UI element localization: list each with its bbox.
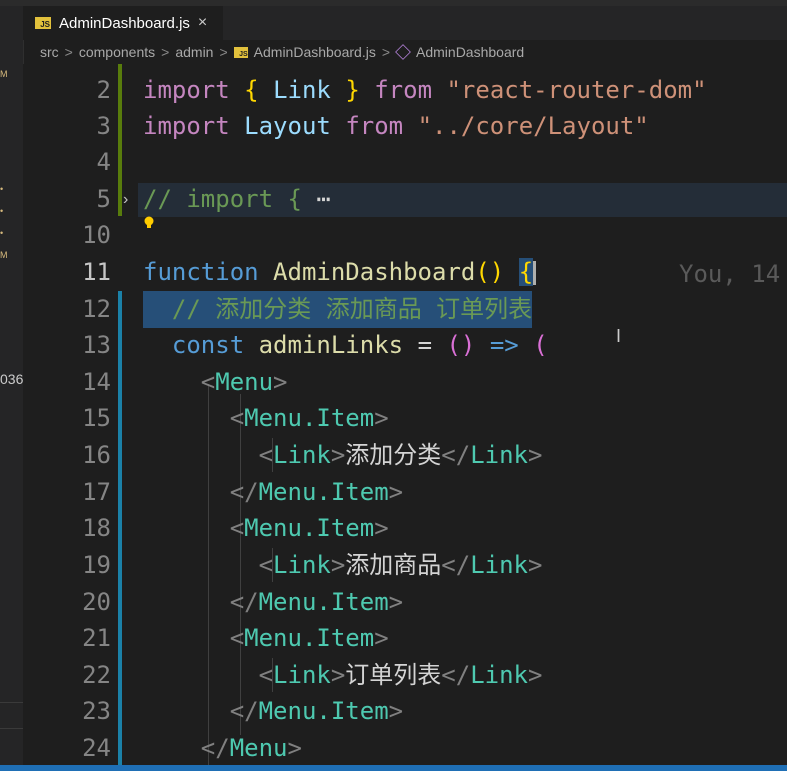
code-text: <Link>添加分类</Link> bbox=[258, 441, 543, 469]
code-text: // 添加分类 添加商品 订单列表 bbox=[143, 291, 533, 328]
tab-title: AdminDashboard.js bbox=[59, 14, 190, 32]
git-modified-marker: M bbox=[0, 69, 8, 79]
code-text: <Link>订单列表</Link> bbox=[258, 661, 543, 689]
line-number: 11 bbox=[82, 258, 111, 286]
code-editor[interactable]: 2 import { Link } from "react-router-dom… bbox=[23, 64, 787, 765]
code-line: 17 </Menu.Item> bbox=[23, 474, 787, 511]
line-number: 4 bbox=[96, 148, 111, 176]
chevron-right-icon: > bbox=[219, 44, 228, 60]
js-file-icon: JS bbox=[35, 17, 51, 29]
breadcrumb-item-symbol[interactable]: AdminDashboard bbox=[416, 44, 524, 60]
sidebar-edge: M • • • M 036 bbox=[0, 6, 24, 765]
chevron-right-icon: > bbox=[381, 44, 391, 60]
code-text: </Menu> bbox=[200, 734, 302, 762]
code-line: 12 // 添加分类 添加商品 订单列表 bbox=[23, 291, 787, 328]
line-number: 13 bbox=[82, 331, 111, 359]
code-text: <Menu.Item> bbox=[229, 404, 389, 432]
line-number: 14 bbox=[82, 368, 111, 396]
text-caret bbox=[533, 261, 537, 285]
line-number: 3 bbox=[96, 112, 111, 140]
line-number: 24 bbox=[82, 734, 111, 762]
code-line: 19 <Link>添加商品</Link> bbox=[23, 547, 787, 584]
code-line: 11 function AdminDashboard() { bbox=[23, 254, 787, 291]
code-text: <Link>添加商品</Link> bbox=[258, 551, 543, 579]
code-line: 20 </Menu.Item> bbox=[23, 584, 787, 621]
js-file-icon: JS bbox=[233, 46, 248, 58]
git-marker: • bbox=[0, 206, 4, 216]
line-number: 17 bbox=[82, 478, 111, 506]
git-marker: • bbox=[0, 184, 4, 194]
tab-bar: JS AdminDashboard.js × bbox=[23, 6, 787, 40]
git-modified-marker: M bbox=[0, 250, 8, 260]
code-line: 24 </Menu> bbox=[23, 730, 787, 767]
line-number: 16 bbox=[82, 441, 111, 469]
code-text: function AdminDashboard() { bbox=[143, 254, 537, 291]
code-text: <Menu.Item> bbox=[229, 514, 389, 542]
line-number: 20 bbox=[82, 588, 111, 616]
code-line: 5 › // import { ⋯ bbox=[23, 181, 787, 218]
code-line: 21 <Menu.Item> bbox=[23, 620, 787, 657]
chevron-right-icon: > bbox=[64, 44, 73, 60]
git-marker: • bbox=[0, 228, 4, 238]
git-blame-annotation: You, 14 bbox=[679, 260, 781, 288]
line-number: 5 bbox=[96, 185, 111, 213]
code-text: const adminLinks = () => ( bbox=[171, 331, 548, 359]
code-line: 2 import { Link } from "react-router-dom… bbox=[23, 72, 787, 109]
code-line: 10 bbox=[23, 217, 787, 254]
code-text: </Menu.Item> bbox=[229, 478, 404, 506]
code-text: <Menu> bbox=[200, 368, 288, 396]
code-line: 18 <Menu.Item> bbox=[23, 510, 787, 547]
code-line: 15 <Menu.Item> bbox=[23, 400, 787, 437]
chevron-right-icon[interactable]: › bbox=[123, 181, 128, 218]
tab-admindashboard[interactable]: JS AdminDashboard.js × bbox=[23, 6, 223, 40]
code-line: 13 const adminLinks = () => ( bbox=[23, 327, 787, 364]
code-text: import Layout from "../core/Layout" bbox=[143, 112, 649, 140]
code-text: </Menu.Item> bbox=[229, 697, 404, 725]
code-line: 22 <Link>订单列表</Link> bbox=[23, 657, 787, 694]
divider bbox=[0, 702, 23, 703]
code-text: <Menu.Item> bbox=[229, 624, 389, 652]
fold-ellipsis[interactable]: ⋯ bbox=[316, 185, 330, 213]
line-number: 2 bbox=[96, 76, 111, 104]
code-line: 23 </Menu.Item> bbox=[23, 693, 787, 730]
breadcrumb-item-src[interactable]: src bbox=[40, 44, 59, 60]
breadcrumb-item-components[interactable]: components bbox=[79, 44, 155, 60]
line-number: 10 bbox=[82, 221, 111, 249]
divider bbox=[0, 728, 23, 729]
code-line: 4 bbox=[23, 144, 787, 181]
code-line: 14 <Menu> bbox=[23, 364, 787, 401]
component-icon bbox=[395, 44, 411, 60]
status-bar bbox=[0, 765, 787, 771]
close-icon[interactable]: × bbox=[198, 14, 207, 32]
line-number: 19 bbox=[82, 551, 111, 579]
lightbulb-icon[interactable] bbox=[143, 216, 155, 230]
line-number: 12 bbox=[82, 295, 111, 323]
sidebar-fragment-text: 036 bbox=[0, 371, 24, 387]
line-number: 21 bbox=[82, 624, 111, 652]
line-number: 15 bbox=[82, 404, 111, 432]
code-text: </Menu.Item> bbox=[229, 588, 404, 616]
code-text: import { Link } from "react-router-dom" bbox=[143, 76, 707, 104]
line-number: 23 bbox=[82, 697, 111, 725]
breadcrumb-item-file[interactable]: AdminDashboard.js bbox=[254, 44, 376, 60]
code-text: // import { ⋯ bbox=[143, 185, 331, 213]
code-line: 16 <Link>添加分类</Link> bbox=[23, 437, 787, 474]
code-line: 3 import Layout from "../core/Layout" bbox=[23, 108, 787, 145]
breadcrumb: src > components > admin > JS AdminDashb… bbox=[23, 40, 787, 64]
chevron-right-icon: > bbox=[161, 44, 170, 60]
line-number: 18 bbox=[82, 514, 111, 542]
breadcrumb-item-admin[interactable]: admin bbox=[175, 44, 213, 60]
line-number: 22 bbox=[82, 661, 111, 689]
